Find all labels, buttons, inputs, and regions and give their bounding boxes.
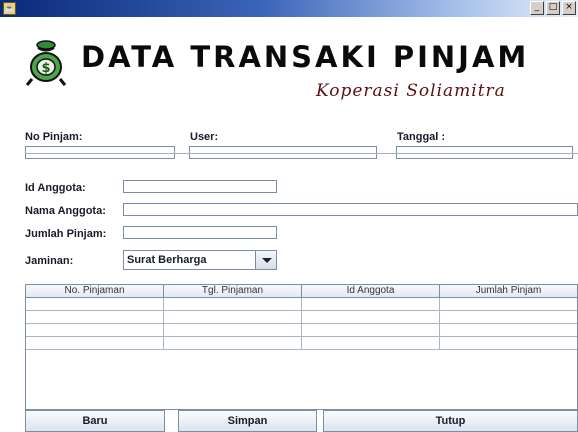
table-cell[interactable] bbox=[164, 324, 302, 336]
java-app-icon: ☕ bbox=[3, 2, 16, 15]
table-cell[interactable] bbox=[440, 324, 577, 336]
user-label: User: bbox=[190, 131, 219, 143]
table-cell[interactable] bbox=[164, 298, 302, 310]
chevron-down-icon[interactable] bbox=[255, 251, 276, 269]
transaksi-table[interactable]: No. Pinjaman Tgl. Pinjaman Id Anggota Ju… bbox=[25, 284, 578, 410]
jaminan-label: Jaminan: bbox=[25, 255, 74, 267]
column-header-jumlah-pinjam[interactable]: Jumlah Pinjam bbox=[440, 285, 577, 297]
nama-anggota-label: Nama Anggota: bbox=[25, 205, 106, 217]
maximize-button[interactable]: □ bbox=[546, 1, 560, 15]
table-cell[interactable] bbox=[302, 311, 440, 323]
nama-anggota-field[interactable] bbox=[123, 203, 578, 216]
table-row[interactable] bbox=[26, 311, 577, 324]
table-cell[interactable] bbox=[26, 311, 164, 323]
no-pinjam-label: No Pinjam: bbox=[25, 131, 83, 143]
page-subtitle: Koperasi Soliamitra bbox=[316, 81, 506, 101]
table-cell[interactable] bbox=[26, 324, 164, 336]
id-anggota-label: Id Anggota: bbox=[25, 182, 86, 194]
table-row[interactable] bbox=[26, 337, 577, 350]
table-row[interactable] bbox=[26, 324, 577, 337]
table-cell[interactable] bbox=[302, 298, 440, 310]
id-anggota-field[interactable] bbox=[123, 180, 277, 193]
minimize-button[interactable]: _ bbox=[530, 1, 544, 15]
baru-button[interactable]: Baru bbox=[25, 410, 165, 432]
column-header-id-anggota[interactable]: Id Anggota bbox=[302, 285, 440, 297]
jumlah-pinjam-field[interactable] bbox=[123, 226, 277, 239]
tutup-button[interactable]: Tutup bbox=[323, 410, 578, 432]
separator bbox=[25, 153, 578, 154]
table-cell[interactable] bbox=[302, 324, 440, 336]
window-title-bar[interactable]: ☕ _ □ × bbox=[0, 0, 578, 17]
table-header: No. Pinjaman Tgl. Pinjaman Id Anggota Ju… bbox=[26, 285, 577, 298]
table-cell[interactable] bbox=[26, 337, 164, 349]
jaminan-select[interactable]: Surat Berharga bbox=[123, 250, 277, 270]
table-row[interactable] bbox=[26, 298, 577, 311]
table-cell[interactable] bbox=[440, 337, 577, 349]
table-cell[interactable] bbox=[164, 311, 302, 323]
column-header-no-pinjaman[interactable]: No. Pinjaman bbox=[26, 285, 164, 297]
money-bag-icon: $ bbox=[25, 40, 67, 86]
table-cell[interactable] bbox=[164, 337, 302, 349]
jumlah-pinjam-label: Jumlah Pinjam: bbox=[25, 228, 107, 240]
simpan-button[interactable]: Simpan bbox=[178, 410, 317, 432]
column-header-tgl-pinjaman[interactable]: Tgl. Pinjaman bbox=[164, 285, 302, 297]
window-controls: _ □ × bbox=[530, 1, 576, 15]
table-cell[interactable] bbox=[26, 298, 164, 310]
jaminan-selected-value: Surat Berharga bbox=[127, 254, 207, 266]
page-title: DATA TRANSAKI PINJAM bbox=[81, 40, 530, 74]
table-cell[interactable] bbox=[440, 311, 577, 323]
table-cell[interactable] bbox=[440, 298, 577, 310]
table-cell[interactable] bbox=[302, 337, 440, 349]
svg-text:$: $ bbox=[41, 61, 50, 76]
close-button[interactable]: × bbox=[562, 1, 576, 15]
tanggal-label: Tanggal : bbox=[397, 131, 446, 143]
